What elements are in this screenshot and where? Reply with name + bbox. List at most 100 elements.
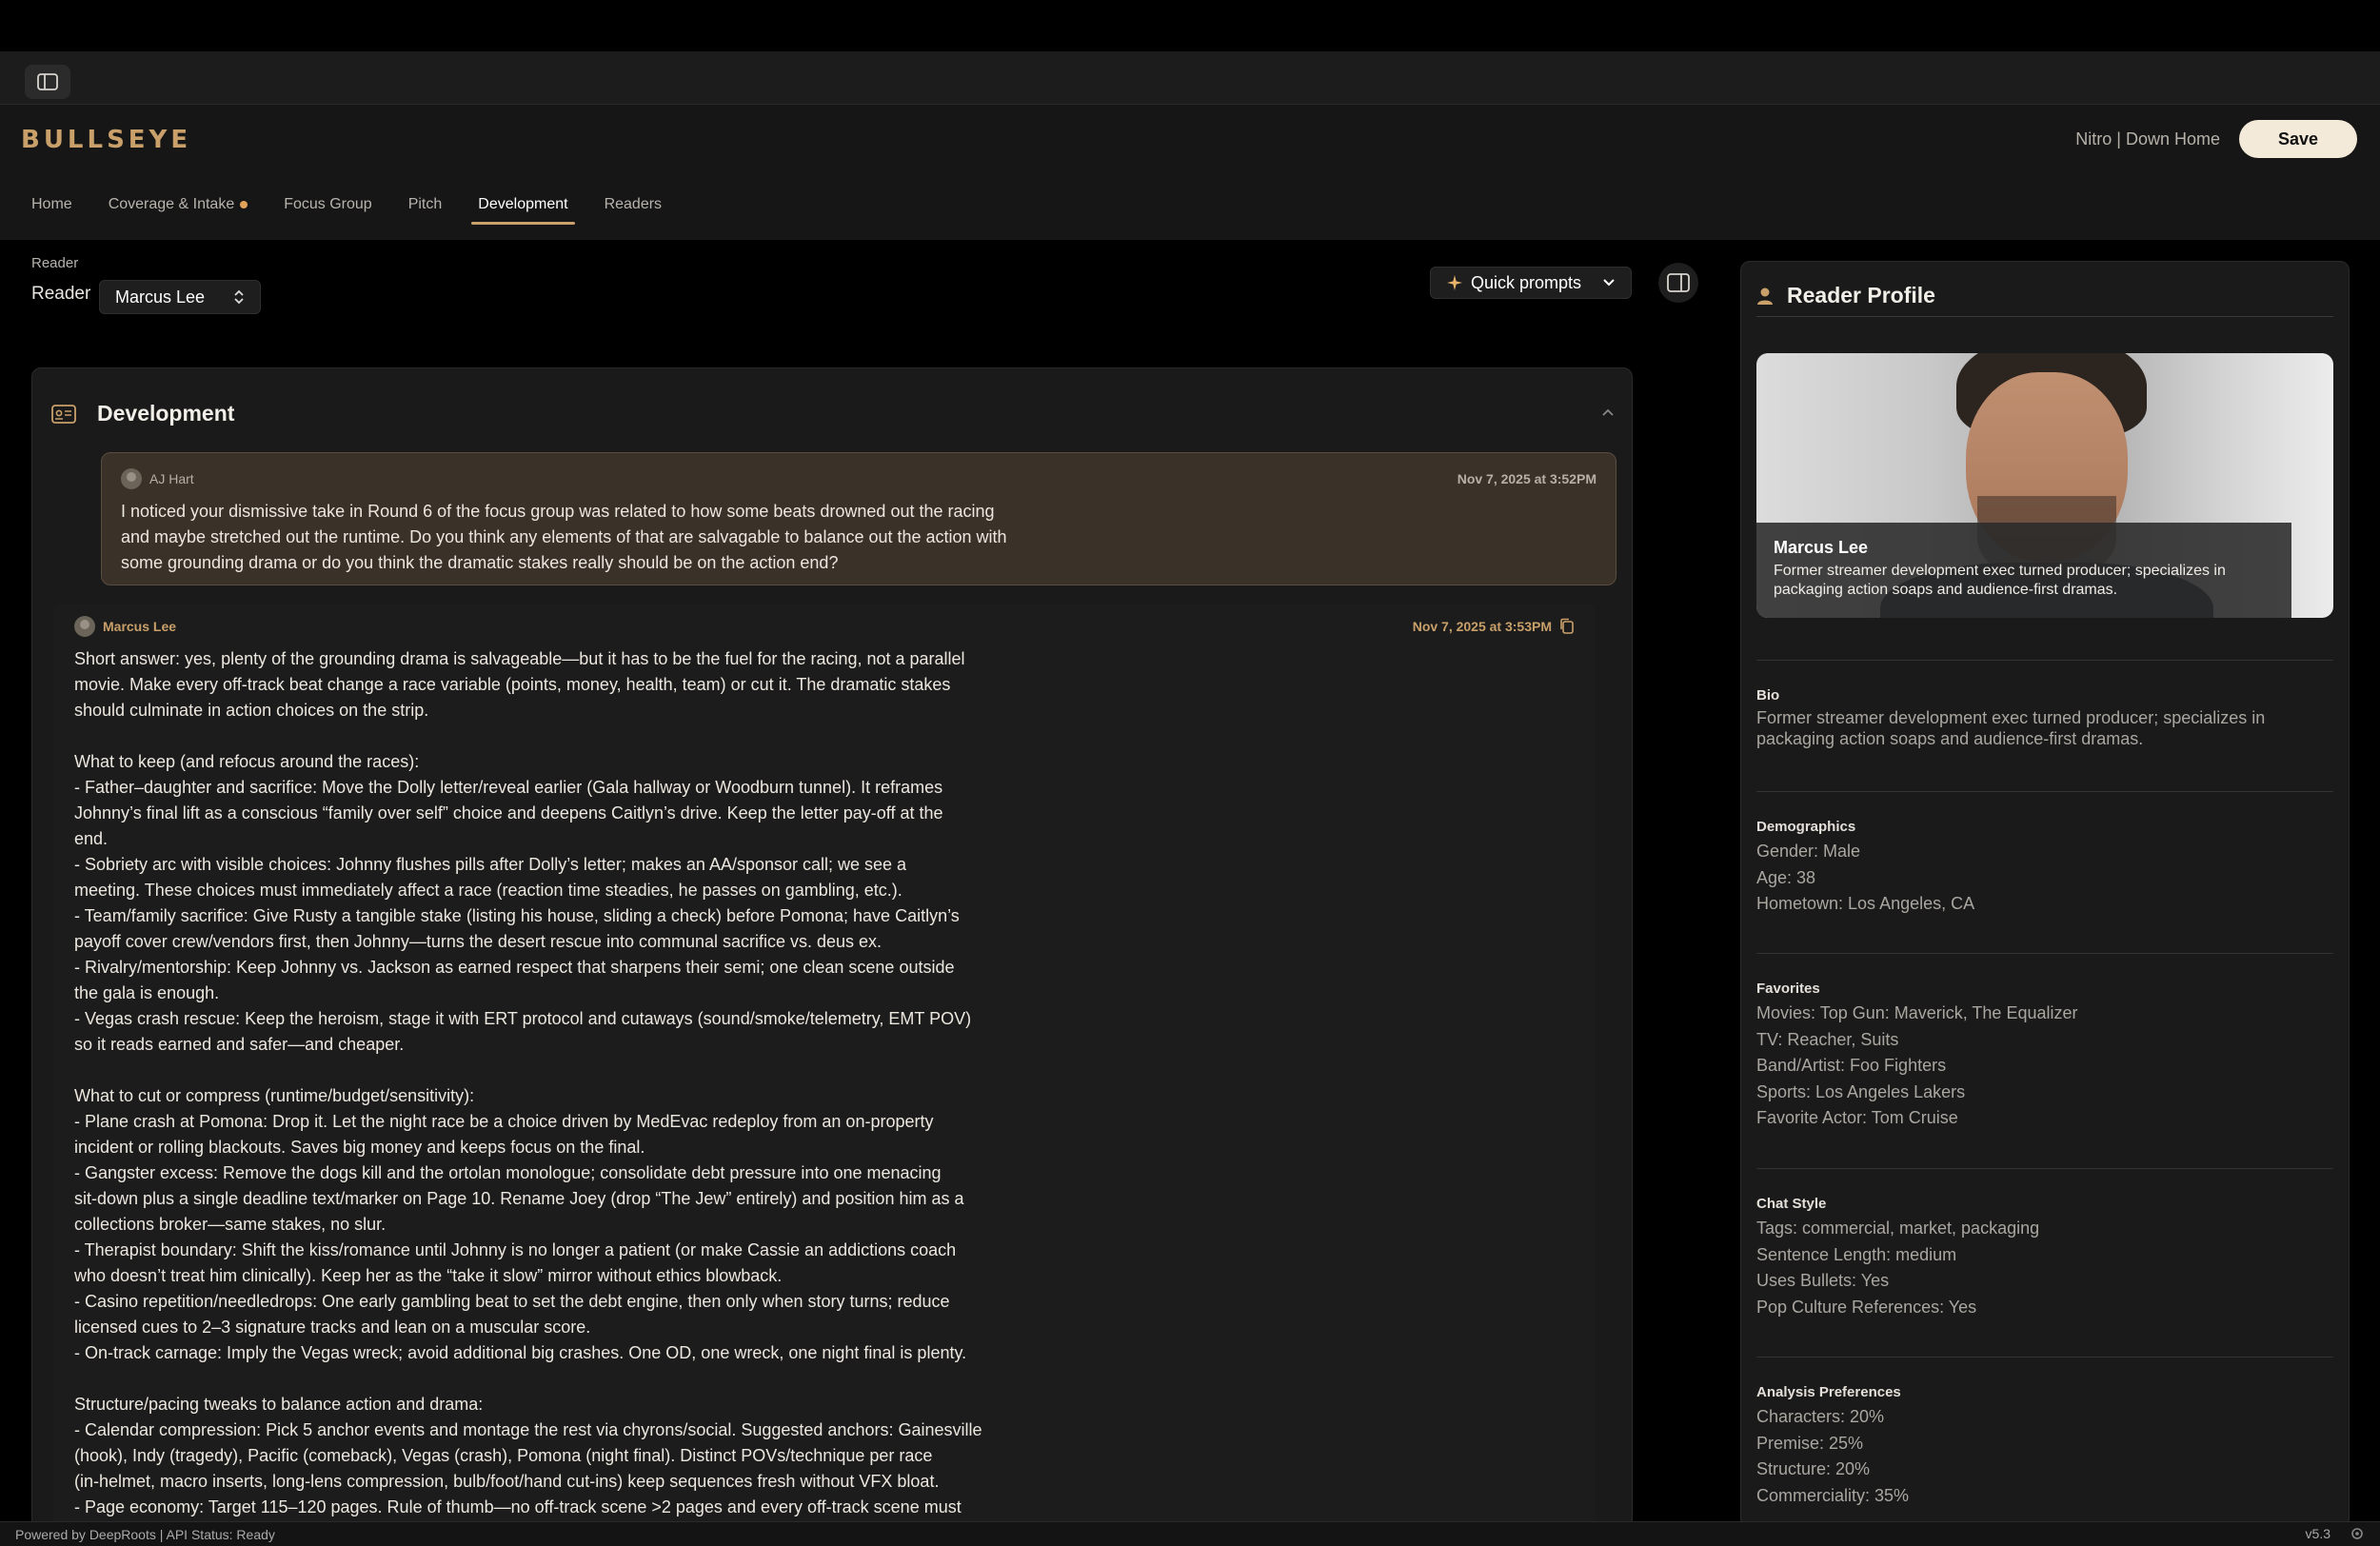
reply-line: What to cut or compress (runtime/budget/… (74, 1086, 475, 1105)
chevron-up-icon (1602, 408, 1614, 416)
section-label: Chat Style (1756, 1196, 1827, 1212)
reply-line: Short answer: yes, plenty of the groundi… (74, 649, 965, 668)
message-author: Marcus Lee (74, 616, 176, 637)
reply-line: who doesn’t treat him clinically). Keep … (74, 1266, 783, 1285)
reply-line: - Sobriety arc with visible choices: Joh… (74, 855, 907, 874)
message-line: some grounding drama or do you think the… (121, 553, 839, 572)
reply-line: - Page economy: Target 115–120 pages. Ru… (74, 1497, 962, 1516)
reader-tagline: Former streamer development exec turned … (1774, 563, 2226, 598)
analysis-line: Characters: 20% (1756, 1407, 1885, 1426)
reply-line: - Therapist boundary: Shift the kiss/rom… (74, 1240, 957, 1259)
copy-icon[interactable] (1559, 618, 1575, 635)
reply-line: incident or rolling blackouts. Saves big… (74, 1138, 645, 1157)
reply-line: - Calendar compression: Pick 5 anchor ev… (74, 1420, 982, 1439)
analysis-line: Commerciality: 35% (1756, 1485, 1910, 1505)
message-meta: Marcus Lee Nov 7, 2025 at 3:53PM (74, 616, 1575, 637)
profile-panel-toggle[interactable] (1658, 263, 1698, 303)
tab-label: Focus Group (284, 196, 372, 212)
reply-line: - Father–daughter and sacrifice: Move th… (74, 778, 943, 797)
unread-dot (240, 200, 248, 208)
message-timestamp: Nov 7, 2025 at 3:52PM (1457, 471, 1597, 486)
window-top-bar (0, 0, 2380, 51)
reply-line: (in-helmet, macro inserts, long-lens com… (74, 1472, 940, 1491)
reader-profile-panel: Reader Profile Marcus Lee Former streame… (1740, 261, 2350, 1546)
development-card: Development AJ Hart Nov 7, 2025 at 3:52P… (31, 367, 1633, 1546)
reply-paragraph: What to keep (and refocus around the rac… (74, 749, 1036, 1058)
reader-reply: Marcus Lee Nov 7, 2025 at 3:53PM Short a… (53, 603, 1596, 1546)
version-label: v5.3 (2305, 1526, 2330, 1541)
reply-line: Structure/pacing tweaks to balance actio… (74, 1395, 484, 1414)
reader-field-label: Reader (31, 284, 91, 304)
tab-focus-group[interactable]: Focus Group (266, 188, 389, 225)
reply-line: - Plane crash at Pomona: Drop it. Let th… (74, 1112, 934, 1131)
analysis-line: Premise: 25% (1756, 1433, 1864, 1453)
status-text: Powered by DeepRoots | API Status: Ready (15, 1526, 275, 1542)
message-meta: AJ Hart Nov 7, 2025 at 3:52PM (121, 468, 1597, 489)
bio-section: Bio Former streamer development exec tur… (1756, 660, 2333, 749)
development-title: Development (97, 401, 235, 426)
reply-line: Johnny’s final lift as a conscious “fami… (74, 803, 943, 823)
reader-select[interactable]: Marcus Lee (99, 280, 261, 314)
tab-label: Home (31, 196, 72, 212)
avatar (121, 468, 142, 489)
demographics-line: Hometown: Los Angeles, CA (1756, 894, 1975, 913)
reply-line: sit-down plus a single deadline text/mar… (74, 1189, 964, 1208)
id-card-icon (51, 404, 76, 424)
chat-style-line: Pop Culture References: Yes (1756, 1297, 1977, 1317)
quick-prompts-dropdown[interactable]: Quick prompts (1430, 267, 1632, 299)
portrait-caption: Marcus Lee Former streamer development e… (1756, 523, 2291, 618)
tab-pitch[interactable]: Pitch (390, 188, 461, 225)
reply-line: so it reads earned and safer—and cheaper… (74, 1035, 405, 1054)
favorites-line: Sports: Los Angeles Lakers (1756, 1081, 1966, 1101)
panel-toggle-icon (1667, 273, 1690, 292)
reply-line: collections broker—same stakes, no slur. (74, 1215, 387, 1234)
demographics-line: Age: 38 (1756, 867, 1816, 887)
tab-home[interactable]: Home (13, 188, 90, 225)
reader-name: Marcus Lee (1774, 538, 1869, 557)
reader-portrait: Marcus Lee Former streamer development e… (1756, 353, 2333, 618)
favorites-line: Band/Artist: Foo Fighters (1756, 1056, 1947, 1075)
message-line: and maybe stretched out the runtime. Do … (121, 527, 1007, 546)
reply-text: Short answer: yes, plenty of the groundi… (74, 646, 1036, 1546)
tab-coverage-intake[interactable]: Coverage & Intake (90, 188, 267, 225)
tab-readers[interactable]: Readers (586, 188, 680, 225)
favorites-line: TV: Reacher, Suits (1756, 1029, 1899, 1049)
gear-icon[interactable] (2350, 1526, 2365, 1541)
reader-select-value: Marcus Lee (115, 287, 206, 307)
quick-prompts-label: Quick prompts (1471, 272, 1582, 292)
reply-line: - On-track carnage: Imply the Vegas wrec… (74, 1343, 967, 1362)
save-button[interactable]: Save (2239, 120, 2357, 158)
tab-development[interactable]: Development (460, 188, 585, 225)
user-message: AJ Hart Nov 7, 2025 at 3:52PM I noticed … (101, 452, 1616, 585)
chat-style-line: Uses Bullets: Yes (1756, 1271, 1890, 1290)
section-label: Bio (1756, 687, 1780, 704)
reply-line: - Rivalry/mentorship: Keep Johnny vs. Ja… (74, 958, 955, 977)
development-header: Development (51, 401, 234, 426)
section-label: Demographics (1756, 819, 1856, 835)
message-timestamp-group: Nov 7, 2025 at 3:53PM (1413, 618, 1575, 635)
reply-line: movie. Make every off-track beat change … (74, 675, 951, 694)
reply-line: - Vegas crash rescue: Keep the heroism, … (74, 1009, 972, 1028)
section-label: Analysis Preferences (1756, 1384, 1901, 1400)
reply-line: licensed cues to 2–3 signature tracks an… (74, 1318, 591, 1337)
reply-line: payoff cover crew/vendors first, then Jo… (74, 932, 883, 951)
app-logo: BULLSEYE (21, 126, 192, 154)
sidebar-toggle-button[interactable] (25, 65, 70, 99)
collapse-button[interactable] (1601, 405, 1615, 422)
profile-header: Reader Profile (1756, 275, 2333, 317)
reply-line: end. (74, 829, 109, 848)
message-author: AJ Hart (121, 468, 194, 489)
message-timestamp: Nov 7, 2025 at 3:53PM (1412, 619, 1552, 634)
sidebar-toggle-icon (37, 73, 58, 90)
updown-chevron-icon (234, 289, 244, 305)
analysis-line: Structure: 20% (1756, 1459, 1871, 1478)
app-header: BULLSEYE Nitro | Down Home Save Home Cov… (0, 105, 2380, 240)
reply-line: - Team/family sacrifice: Give Rusty a ta… (74, 906, 960, 925)
profile-title: Reader Profile (1787, 283, 1935, 307)
reply-line: What to keep (and refocus around the rac… (74, 752, 420, 771)
reply-line: should culminate in action choices on th… (74, 701, 429, 720)
bio-text: Former streamer development exec turned … (1756, 708, 2266, 748)
avatar (74, 616, 95, 637)
person-icon (1757, 287, 1773, 305)
section-label: Favorites (1756, 981, 1820, 997)
